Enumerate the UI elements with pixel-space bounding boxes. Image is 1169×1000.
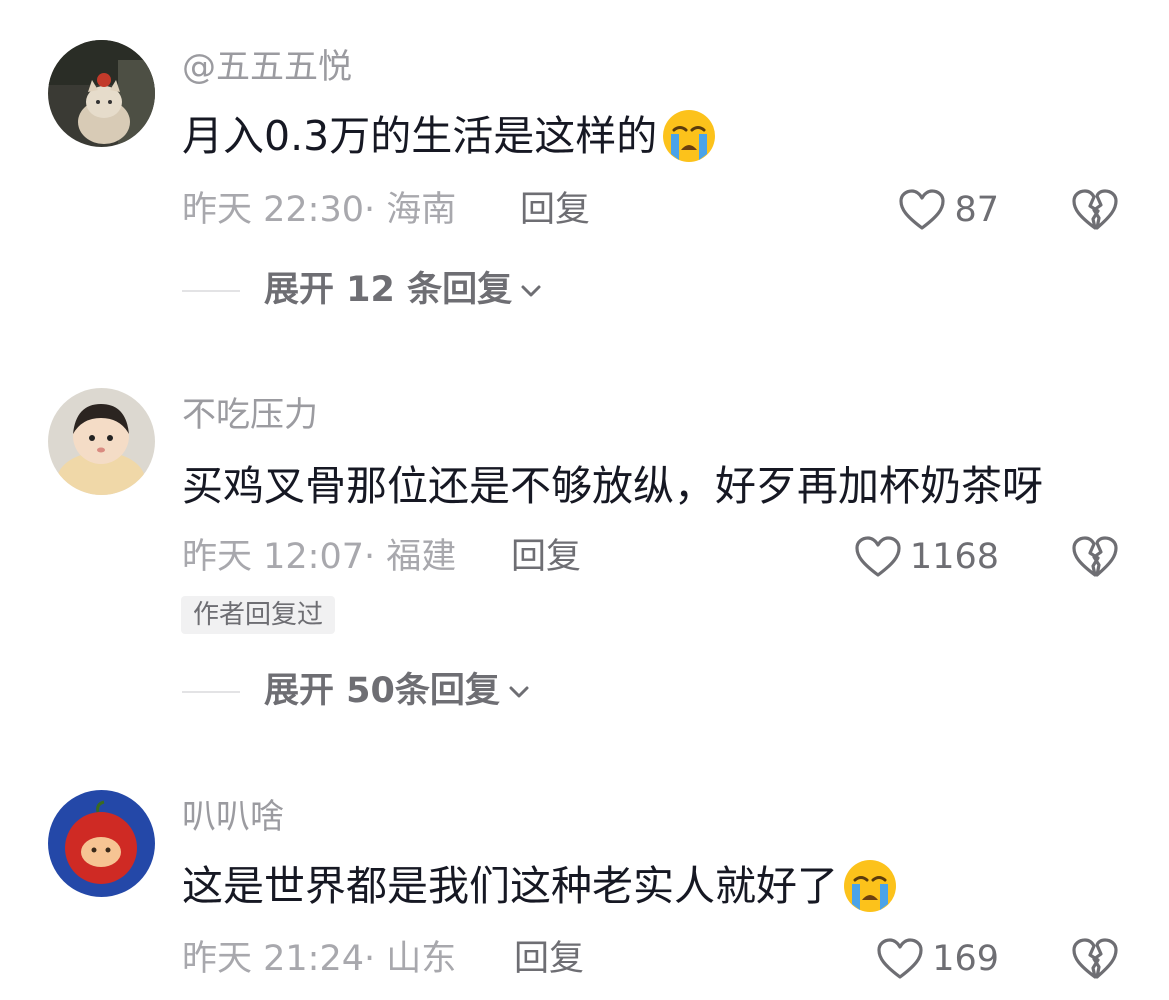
like-button[interactable]: 169	[876, 937, 999, 981]
avatar[interactable]	[48, 790, 155, 897]
dislike-button[interactable]	[1071, 937, 1119, 981]
heart-icon	[877, 938, 923, 979]
comment-text-content: 这是世界都是我们这种老实人就好了	[182, 861, 838, 910]
username[interactable]: 叭叭啥	[182, 800, 284, 834]
comment-item: 叭叭啥 这是世界都是我们这种老实人就好了 昨天 21:24· 山东 回复 169	[0, 0, 1169, 1000]
loudly-crying-face-icon	[842, 858, 898, 914]
broken-heart-icon	[1072, 938, 1118, 979]
comment-time-location: 昨天 21:24· 山东	[182, 939, 457, 979]
reply-button[interactable]: 回复	[514, 942, 584, 977]
comment-text: 这是世界都是我们这种老实人就好了	[182, 858, 898, 914]
like-count: 169	[932, 938, 999, 979]
